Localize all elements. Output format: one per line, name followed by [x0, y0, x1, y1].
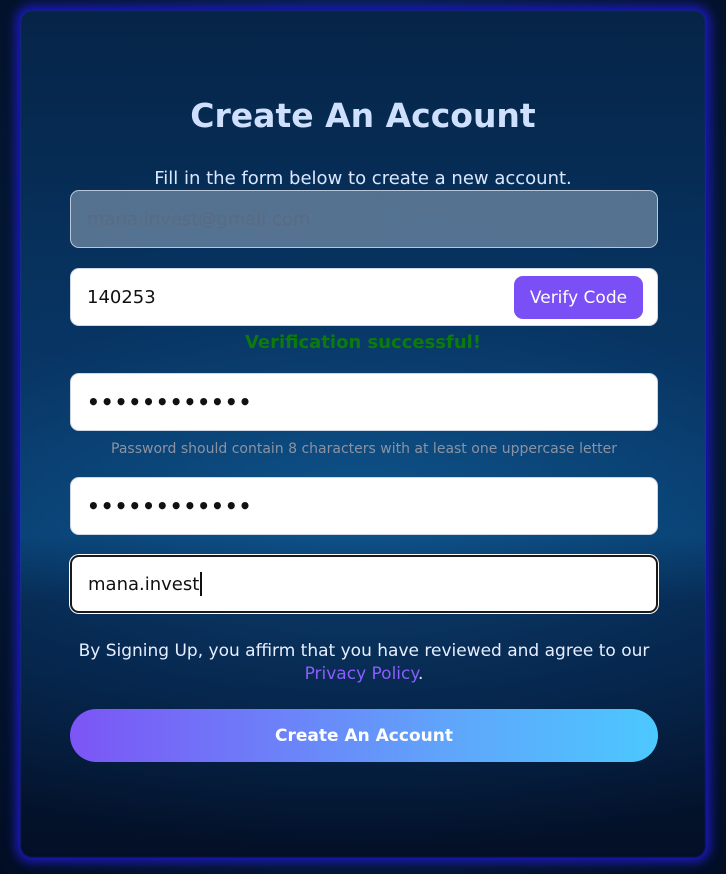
- verification-status: Verification successful!: [244, 332, 482, 353]
- confirm-password-field[interactable]: ••••••••••••: [70, 477, 658, 535]
- page-title: Create An Account: [190, 96, 536, 135]
- privacy-policy-link[interactable]: Privacy Policy: [305, 664, 418, 684]
- email-placeholder: mana.invest@gmail.com: [87, 208, 311, 230]
- agreement-suffix: .: [418, 664, 424, 684]
- text-caret: [200, 572, 203, 596]
- username-field[interactable]: mana.invest: [70, 555, 658, 613]
- username-value: mana.invest: [88, 573, 200, 595]
- verification-code-value: 140253: [87, 286, 156, 308]
- agreement-text: By Signing Up, you affirm that you have …: [70, 640, 658, 686]
- agreement-body: By Signing Up, you affirm that you have …: [78, 641, 650, 661]
- password-hint: Password should contain 8 characters wit…: [111, 441, 617, 457]
- email-field[interactable]: mana.invest@gmail.com: [70, 190, 658, 248]
- page-subtitle: Fill in the form below to create a new a…: [154, 168, 572, 189]
- create-account-button[interactable]: Create An Account: [70, 709, 658, 762]
- password-masked-value: ••••••••••••: [87, 390, 253, 414]
- confirm-password-masked-value: ••••••••••••: [87, 494, 253, 518]
- verify-code-button[interactable]: Verify Code: [514, 276, 643, 319]
- password-field[interactable]: ••••••••••••: [70, 373, 658, 431]
